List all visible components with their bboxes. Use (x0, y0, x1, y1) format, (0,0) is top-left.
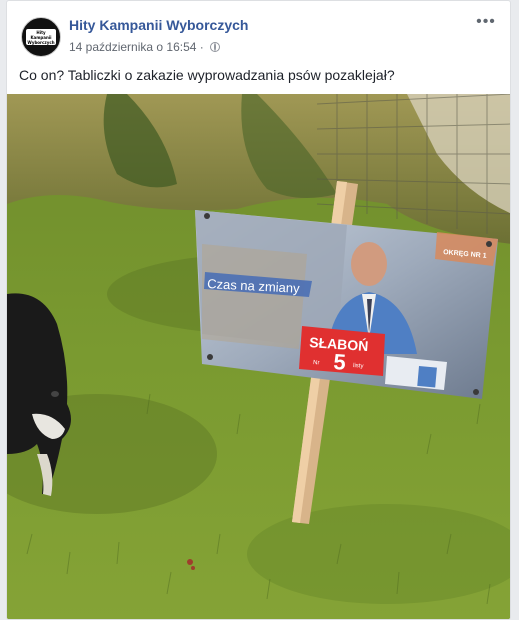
avatar-logo-text: Hity Kampanii Wyborczych (26, 29, 56, 45)
globe-icon[interactable] (210, 42, 221, 52)
post-timestamp[interactable]: 14 października o 16:54 (69, 40, 196, 54)
sign-list-number: 5 (333, 349, 347, 375)
page-avatar[interactable]: Hity Kampanii Wyborczych (21, 17, 61, 57)
more-options-icon[interactable]: ••• (476, 14, 496, 31)
post-photo[interactable]: Czas na zmiany SŁABOŃ Nr 5 listy OKRĘG N… (7, 94, 510, 619)
post-header: Hity Kampanii Wyborczych Hity Kampanii W… (19, 13, 498, 57)
sign-list-suffix: listy (353, 363, 364, 370)
post-meta: 14 października o 16:54 · (69, 40, 221, 54)
meta-separator: · (199, 40, 204, 54)
candidate-face (351, 242, 387, 286)
photo-scene: Czas na zmiany SŁABOŃ Nr 5 listy OKRĘG N… (7, 94, 510, 619)
sign-list-prefix: Nr (313, 360, 320, 366)
post-caption: Co on? Tabliczki o zakazie wyprowadzania… (19, 67, 395, 83)
facebook-post: Hity Kampanii Wyborczych Hity Kampanii W… (6, 0, 511, 620)
page-name-link[interactable]: Hity Kampanii Wyborczych (69, 17, 248, 33)
